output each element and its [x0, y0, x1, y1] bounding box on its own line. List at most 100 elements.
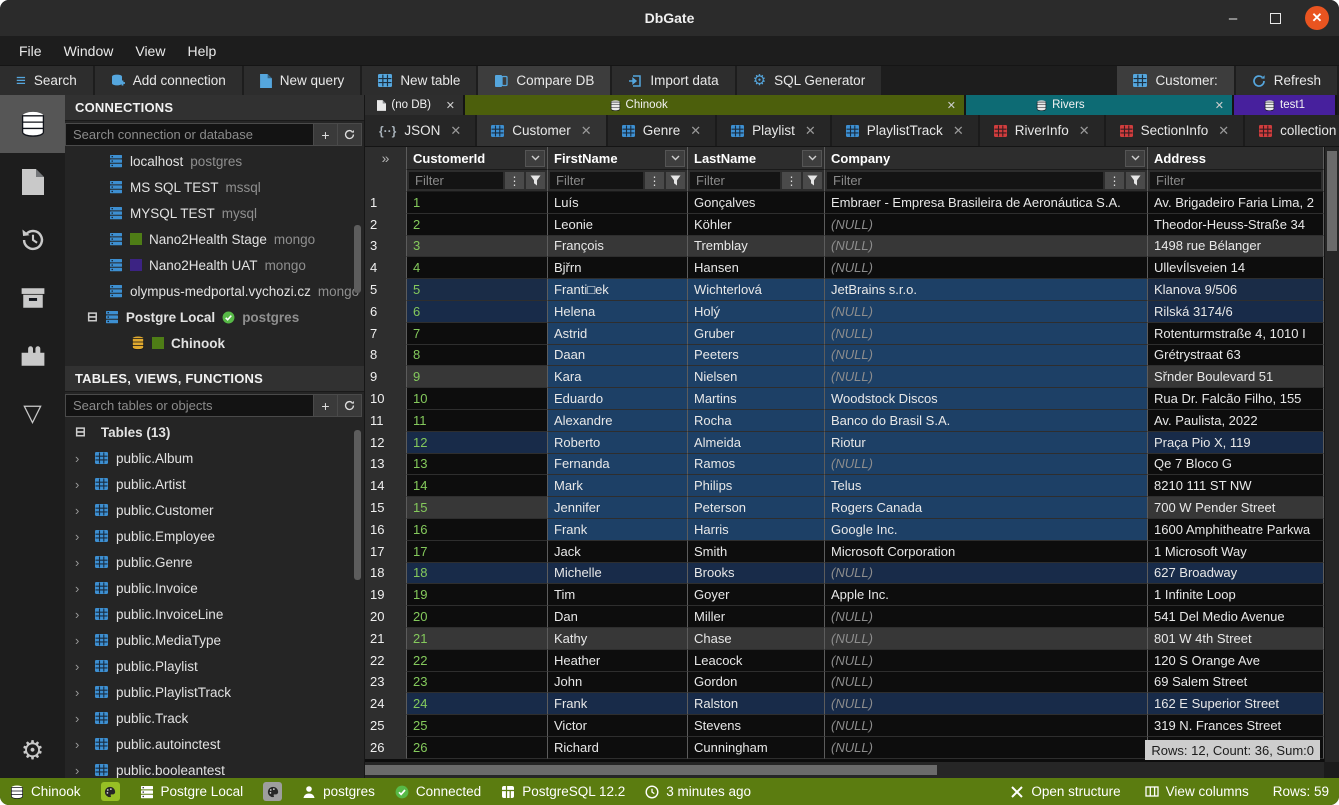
data-cell[interactable]: Embraer - Empresa Brasileira de Aeronáut…: [825, 192, 1148, 214]
data-cell[interactable]: Almeida: [688, 432, 825, 454]
tab-sectioninfo[interactable]: SectionInfo✕: [1106, 115, 1243, 146]
data-cell[interactable]: Chase: [688, 628, 825, 650]
data-cell[interactable]: (NULL): [825, 628, 1148, 650]
filter-input[interactable]: [550, 172, 643, 189]
column-header-firstname[interactable]: FirstName: [548, 147, 688, 170]
archive-icon[interactable]: [0, 269, 65, 327]
column-header-customerid[interactable]: CustomerId: [407, 147, 548, 170]
table-item[interactable]: ›public.Customer: [65, 497, 364, 523]
chevron-right-icon[interactable]: ›: [75, 659, 87, 674]
chevron-right-icon[interactable]: ›: [75, 607, 87, 622]
data-cell[interactable]: Jack: [548, 541, 688, 563]
table-row[interactable]: 88DaanPeeters(NULL)Grétrystraat 63: [365, 345, 1324, 367]
statusbar-item-3-minutes-ago[interactable]: 3 minutes ago: [645, 784, 751, 799]
close-icon[interactable]: ✕: [1218, 123, 1229, 139]
database-icon[interactable]: [0, 95, 65, 153]
table-row[interactable]: 44BjřrnHansen(NULL)UllevÍlsveien 14: [365, 257, 1324, 279]
tab-group-rivers[interactable]: Rivers✕: [966, 95, 1234, 115]
data-cell[interactable]: 26: [407, 737, 548, 759]
close-icon[interactable]: ✕: [947, 99, 956, 112]
refresh-button[interactable]: Refresh: [1236, 66, 1337, 95]
data-cell[interactable]: Franti□ek: [548, 279, 688, 301]
data-cell[interactable]: Köhler: [688, 214, 825, 236]
data-cell[interactable]: 3: [407, 236, 548, 258]
data-cell[interactable]: Harris: [688, 519, 825, 541]
table-item[interactable]: ›public.Invoice: [65, 575, 364, 601]
data-cell[interactable]: Rilská 3174/6: [1148, 301, 1324, 323]
connection-item[interactable]: ⊟Postgre Localpostgres: [65, 304, 364, 330]
filter-menu-button[interactable]: ⋮: [505, 172, 524, 189]
table-row[interactable]: 22LeonieKöhler(NULL)Theodor-Heuss-Straße…: [365, 214, 1324, 236]
table-item[interactable]: ›public.Genre: [65, 549, 364, 575]
data-cell[interactable]: Martins: [688, 388, 825, 410]
table-row[interactable]: 11LuísGonçalvesEmbraer - Empresa Brasile…: [365, 192, 1324, 214]
data-cell[interactable]: Holý: [688, 301, 825, 323]
data-cell[interactable]: Hansen: [688, 257, 825, 279]
tables-refresh-button[interactable]: [338, 394, 362, 417]
data-cell[interactable]: Ramos: [688, 454, 825, 476]
data-cell[interactable]: Helena: [548, 301, 688, 323]
data-cell[interactable]: 15: [407, 497, 548, 519]
tab-group-chinook[interactable]: Chinook✕: [465, 95, 966, 115]
tab-customer[interactable]: Customer✕: [477, 115, 605, 146]
chevron-right-icon[interactable]: ›: [75, 555, 87, 570]
table-row[interactable]: 33FrançoisTremblay(NULL)1498 rue Bélange…: [365, 236, 1324, 258]
data-cell[interactable]: Roberto: [548, 432, 688, 454]
connections-add-button[interactable]: +: [314, 123, 338, 146]
data-cell[interactable]: 10: [407, 388, 548, 410]
data-cell[interactable]: Heather: [548, 650, 688, 672]
data-cell[interactable]: 14: [407, 475, 548, 497]
table-item[interactable]: ›public.PlaylistTrack: [65, 679, 364, 705]
data-cell[interactable]: (NULL): [825, 737, 1148, 759]
palette-icon[interactable]: [101, 782, 120, 801]
data-cell[interactable]: 23: [407, 672, 548, 694]
data-cell[interactable]: 9: [407, 366, 548, 388]
menu-help[interactable]: Help: [178, 39, 225, 63]
table-row[interactable]: 2323JohnGordon(NULL)69 Salem Street: [365, 672, 1324, 694]
new-query-button[interactable]: New query: [244, 66, 361, 95]
table-row[interactable]: 1111AlexandreRochaBanco do Brasil S.A.Av…: [365, 410, 1324, 432]
data-cell[interactable]: 1498 rue Bélanger: [1148, 236, 1324, 258]
data-cell[interactable]: Michelle: [548, 563, 688, 585]
statusbar-item-postgresql-12-2[interactable]: PostgreSQL 12.2: [501, 784, 625, 799]
filter-funnel-icon[interactable]: [526, 172, 545, 189]
data-cell[interactable]: Jennifer: [548, 497, 688, 519]
data-cell[interactable]: Victor: [548, 715, 688, 737]
tables-scrollbar[interactable]: [354, 430, 361, 580]
data-cell[interactable]: 12: [407, 432, 548, 454]
data-cell[interactable]: 120 S Orange Ave: [1148, 650, 1324, 672]
data-cell[interactable]: 18: [407, 563, 548, 585]
data-cell[interactable]: Banco do Brasil S.A.: [825, 410, 1148, 432]
data-cell[interactable]: (NULL): [825, 236, 1148, 258]
data-cell[interactable]: Kara: [548, 366, 688, 388]
data-cell[interactable]: Daan: [548, 345, 688, 367]
column-menu-button[interactable]: [1125, 150, 1145, 167]
chevron-right-icon[interactable]: ›: [75, 685, 87, 700]
data-cell[interactable]: Grétrystraat 63: [1148, 345, 1324, 367]
filter-menu-button[interactable]: ⋮: [782, 172, 801, 189]
data-cell[interactable]: Leonie: [548, 214, 688, 236]
data-cell[interactable]: Alexandre: [548, 410, 688, 432]
grid-corner-cell[interactable]: »: [365, 147, 407, 170]
data-cell[interactable]: 801 W 4th Street: [1148, 628, 1324, 650]
data-cell[interactable]: 8210 111 ST NW: [1148, 475, 1324, 497]
data-cell[interactable]: Riotur: [825, 432, 1148, 454]
chevron-right-icon[interactable]: ›: [75, 763, 87, 778]
tab-json[interactable]: {··}JSON✕: [365, 115, 475, 146]
close-icon[interactable]: ✕: [953, 123, 964, 139]
data-cell[interactable]: Richard: [548, 737, 688, 759]
data-cell[interactable]: 5: [407, 279, 548, 301]
chevron-right-icon[interactable]: ›: [75, 737, 87, 752]
data-cell[interactable]: Frank: [548, 519, 688, 541]
table-row[interactable]: 2424FrankRalston(NULL)162 E Superior Str…: [365, 693, 1324, 715]
statusbar-item-rows-59[interactable]: Rows: 59: [1273, 784, 1329, 799]
data-cell[interactable]: Smith: [688, 541, 825, 563]
data-cell[interactable]: 11: [407, 410, 548, 432]
data-cell[interactable]: 700 W Pender Street: [1148, 497, 1324, 519]
table-row[interactable]: 1010EduardoMartinsWoodstock DiscosRua Dr…: [365, 388, 1324, 410]
data-cell[interactable]: 162 E Superior Street: [1148, 693, 1324, 715]
data-cell[interactable]: François: [548, 236, 688, 258]
column-header-company[interactable]: Company: [825, 147, 1148, 170]
data-cell[interactable]: (NULL): [825, 454, 1148, 476]
data-cell[interactable]: Woodstock Discos: [825, 388, 1148, 410]
